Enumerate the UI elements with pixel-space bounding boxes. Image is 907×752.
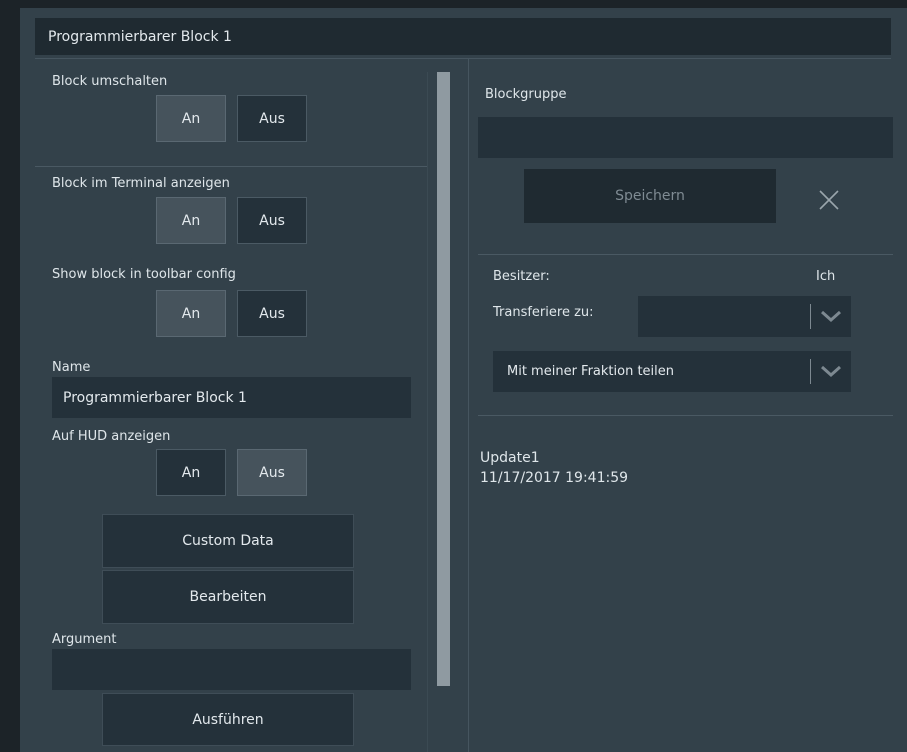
share-dropdown[interactable]: Mit meiner Fraktion teilen: [493, 351, 851, 392]
show-in-toolbar-label: Show block in toolbar config: [52, 267, 236, 282]
update-name: Update1: [480, 450, 540, 466]
block-title: Programmierbarer Block 1: [48, 28, 232, 45]
show-in-toolbar-on-button[interactable]: An: [156, 290, 226, 337]
name-label: Name: [52, 360, 91, 375]
control-panel: Programmierbarer Block 1 Block umschalte…: [20, 8, 907, 752]
divider: [35, 58, 891, 59]
run-button[interactable]: Ausführen: [102, 693, 354, 746]
share-dropdown-value: Mit meiner Fraktion teilen: [507, 364, 675, 379]
dropdown-divider: [810, 304, 811, 329]
update-timestamp: 11/17/2017 19:41:59: [480, 470, 629, 486]
show-in-terminal-off-button[interactable]: Aus: [237, 197, 307, 244]
chevron-down-icon: [821, 365, 841, 378]
owner-value: Ich: [816, 269, 836, 284]
edit-button[interactable]: Bearbeiten: [102, 570, 354, 624]
divider: [478, 254, 893, 255]
scroll-track: [427, 72, 428, 752]
column-divider: [468, 59, 469, 752]
divider: [35, 166, 427, 167]
save-button[interactable]: Speichern: [524, 169, 776, 223]
show-on-hud-on-button[interactable]: An: [156, 449, 226, 496]
chevron-down-icon: [821, 310, 841, 323]
toggle-block-on-button[interactable]: An: [156, 95, 226, 142]
dropdown-divider: [810, 359, 811, 384]
owner-label: Besitzer:: [493, 269, 550, 284]
block-title-bar: Programmierbarer Block 1: [35, 18, 891, 55]
argument-label: Argument: [52, 632, 117, 647]
argument-input[interactable]: [52, 649, 411, 690]
close-icon[interactable]: [817, 188, 841, 212]
transfer-label: Transferiere zu:: [493, 305, 594, 320]
block-group-label: Blockgruppe: [485, 87, 567, 102]
show-on-hud-label: Auf HUD anzeigen: [52, 429, 171, 444]
show-in-terminal-on-button[interactable]: An: [156, 197, 226, 244]
show-in-toolbar-off-button[interactable]: Aus: [237, 290, 307, 337]
divider: [478, 415, 893, 416]
scrollbar-thumb[interactable]: [437, 72, 450, 686]
block-group-input[interactable]: [478, 117, 893, 158]
show-on-hud-off-button[interactable]: Aus: [237, 449, 307, 496]
transfer-dropdown[interactable]: [638, 296, 851, 337]
show-in-terminal-label: Block im Terminal anzeigen: [52, 176, 230, 191]
custom-data-button[interactable]: Custom Data: [102, 514, 354, 568]
toggle-block-off-button[interactable]: Aus: [237, 95, 307, 142]
toggle-block-label: Block umschalten: [52, 74, 168, 89]
name-input[interactable]: Programmierbarer Block 1: [52, 377, 411, 418]
